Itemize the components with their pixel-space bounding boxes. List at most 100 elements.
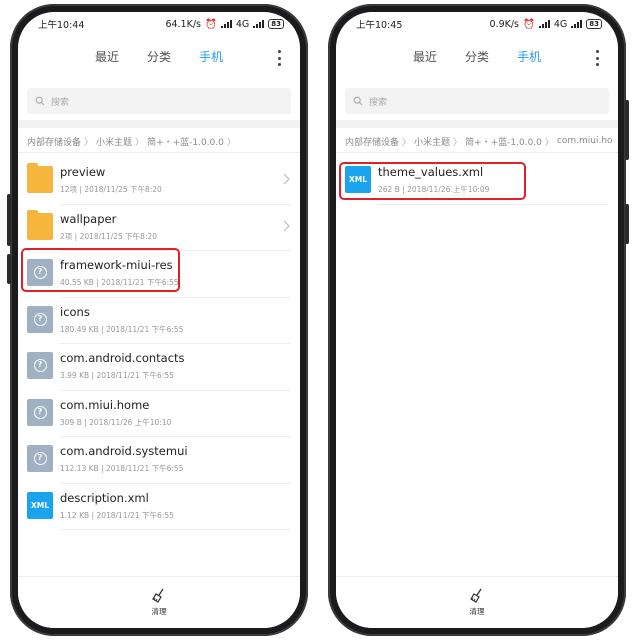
file-meta: 112.13 KB | 2018/11/21 下午6:55 — [60, 464, 184, 473]
breadcrumb-item[interactable]: 内部存储设备 — [345, 135, 399, 148]
battery-icon: 83 — [268, 19, 284, 29]
list-item[interactable]: XML theme_values.xml 262 B | 2018/11/26 … — [336, 158, 618, 205]
section-divider — [18, 120, 300, 128]
file-name: com.android.contacts — [60, 351, 185, 365]
list-item[interactable]: ? com.miui.home 309 B | 2018/11/26 上午10:… — [18, 391, 300, 437]
alarm-icon: ⏰ — [205, 18, 217, 30]
more-menu-icon[interactable] — [592, 50, 602, 66]
breadcrumb-item[interactable]: 内部存储设备 — [27, 135, 81, 148]
broom-icon[interactable] — [469, 587, 485, 603]
breadcrumb-item[interactable]: 小米主题 — [96, 135, 132, 148]
alarm-icon: ⏰ — [523, 18, 535, 30]
list-item[interactable]: ? icons 180.49 KB | 2018/11/21 下午6:55 — [18, 298, 300, 344]
tab-category[interactable]: 分类 — [465, 48, 489, 70]
tab-bar: 最近 分类 手机 — [336, 48, 618, 70]
list-item[interactable]: wallpaper 2项 | 2018/11/25 下午8:20 — [18, 205, 300, 251]
more-menu-icon[interactable] — [274, 50, 284, 66]
search-input[interactable]: 搜索 — [27, 88, 291, 114]
file-name: com.miui.home — [60, 397, 150, 412]
status-time: 上午10:45 — [356, 20, 403, 31]
status-bar: 上午10:45 0.9K/s ⏰ 4G 83 — [336, 12, 618, 36]
network-type: 4G — [553, 18, 568, 30]
unknown-file-icon: ? — [27, 352, 53, 379]
list-item[interactable]: XML description.xml 1.12 KB | 2018/11/21… — [18, 484, 300, 530]
breadcrumb: 内部存储设备 〉 小米主题 〉 简+・+蓝-1.0.0.0 〉 — [27, 132, 294, 150]
status-bar: 上午10:44 64.1K/s ⏰ 4G 83 — [18, 12, 300, 36]
net-speed: 64.1K/s — [165, 18, 201, 30]
battery-icon: 83 — [586, 19, 602, 29]
search-icon — [353, 96, 363, 106]
breadcrumb: 内部存储设备 〉 小米主题 〉 简+・+蓝-1.0.0.0 〉 com.miui… — [345, 132, 612, 150]
breadcrumb-divider — [18, 152, 300, 153]
clean-button-label[interactable]: 清理 — [152, 606, 167, 617]
chevron-right-icon — [282, 173, 290, 185]
chevron-right-icon: 〉 — [84, 137, 94, 148]
signal-icon — [220, 20, 232, 28]
signal-icon — [538, 20, 550, 28]
volume-button — [625, 100, 629, 160]
network-type: 4G — [235, 18, 250, 30]
highlight-box — [21, 248, 180, 292]
breadcrumb-divider — [336, 152, 618, 153]
list-item[interactable]: ? com.android.contacts 3.99 KB | 2018/11… — [18, 344, 300, 391]
net-speed: 0.9K/s — [489, 18, 520, 30]
chevron-right-icon — [282, 220, 290, 232]
file-list: preview 12项 | 2018/11/25 下午8:20 wallpape… — [18, 158, 300, 530]
chevron-right-icon: 〉 — [135, 137, 145, 148]
folder-icon — [27, 209, 53, 240]
tab-phone[interactable]: 手机 — [199, 48, 223, 70]
file-meta: 3.99 KB | 2018/11/21 下午6:55 — [60, 371, 174, 380]
folder-icon — [27, 163, 53, 193]
file-list: XML theme_values.xml 262 B | 2018/11/26 … — [336, 158, 618, 205]
signal-icon-2 — [253, 20, 265, 28]
breadcrumb-item[interactable]: com.miui.home — [557, 136, 612, 146]
breadcrumb-item[interactable]: 简+・+蓝-1.0.0.0 — [465, 135, 542, 148]
unknown-file-icon: ? — [27, 305, 53, 333]
unknown-file-icon: ? — [27, 398, 53, 426]
phone-frame-right: 上午10:45 0.9K/s ⏰ 4G 83 最近 分类 手机 搜索 内部存储设… — [328, 4, 629, 636]
breadcrumb-item[interactable]: 小米主题 — [414, 135, 450, 148]
broom-icon[interactable] — [151, 587, 167, 603]
list-item[interactable]: preview 12项 | 2018/11/25 下午8:20 — [18, 158, 300, 205]
file-meta: 180.49 KB | 2018/11/21 下午6:55 — [60, 324, 184, 334]
search-placeholder: 搜索 — [369, 97, 388, 108]
power-button — [625, 204, 629, 244]
file-meta: 1.12 KB | 2018/11/21 下午6:55 — [60, 510, 174, 520]
file-meta: 309 B | 2018/11/26 上午10:10 — [60, 417, 172, 427]
screen-left: 上午10:44 64.1K/s ⏰ 4G 83 最近 分类 手机 搜索 内部存储… — [18, 12, 300, 628]
tab-phone[interactable]: 手机 — [517, 48, 541, 70]
power-button — [7, 254, 11, 284]
search-icon — [35, 96, 45, 106]
breadcrumb-item[interactable]: 简+・+蓝-1.0.0.0 — [147, 135, 224, 148]
phone-frame-left: 上午10:44 64.1K/s ⏰ 4G 83 最近 分类 手机 搜索 内部存储… — [7, 4, 308, 636]
tab-bar: 最近 分类 手机 — [18, 48, 300, 70]
file-meta: 12项 | 2018/11/25 下午8:20 — [60, 185, 162, 194]
tab-recent[interactable]: 最近 — [95, 48, 119, 70]
xml-file-icon: XML — [27, 491, 53, 519]
volume-button — [7, 194, 11, 246]
signal-icon-2 — [571, 20, 583, 28]
file-name: icons — [60, 304, 90, 319]
file-meta: 2项 | 2018/11/25 下午8:20 — [60, 231, 158, 241]
chevron-right-icon: 〉 — [226, 137, 236, 148]
clean-button-label[interactable]: 清理 — [470, 606, 485, 617]
tab-category[interactable]: 分类 — [147, 48, 171, 70]
unknown-file-icon: ? — [27, 445, 53, 472]
tab-recent[interactable]: 最近 — [413, 48, 437, 70]
file-name: preview — [60, 165, 106, 179]
file-name: description.xml — [60, 490, 149, 505]
screen-right: 上午10:45 0.9K/s ⏰ 4G 83 最近 分类 手机 搜索 内部存储设… — [336, 12, 618, 628]
status-time: 上午10:44 — [38, 20, 85, 31]
chevron-right-icon: 〉 — [544, 137, 554, 148]
chevron-right-icon: 〉 — [402, 137, 412, 148]
chevron-right-icon: 〉 — [453, 137, 463, 148]
file-name: com.android.systemui — [60, 444, 188, 458]
file-name: wallpaper — [60, 211, 117, 226]
search-input[interactable]: 搜索 — [345, 88, 609, 114]
list-item[interactable]: ? com.android.systemui 112.13 KB | 2018/… — [18, 437, 300, 484]
section-divider — [336, 120, 618, 128]
bottom-action-bar: 清理 — [18, 576, 300, 628]
bottom-action-bar: 清理 — [336, 576, 618, 628]
highlight-box — [339, 162, 526, 200]
search-placeholder: 搜索 — [51, 97, 70, 108]
